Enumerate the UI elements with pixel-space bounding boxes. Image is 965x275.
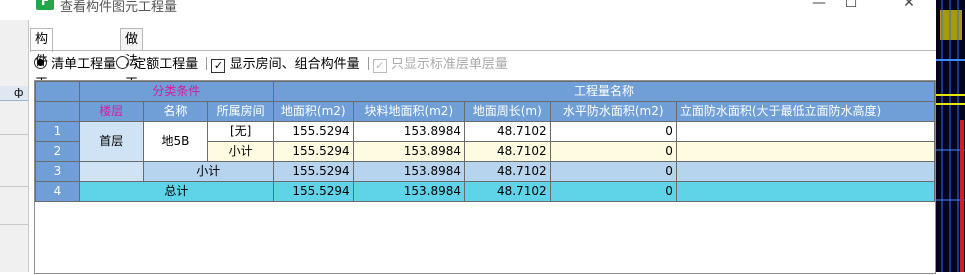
tile-area-cell: 153.8984: [352, 141, 465, 162]
col-header-floor-area[interactable]: 地面积(m2): [272, 101, 354, 122]
quantity-grid[interactable]: 分类条件 工程量名称 楼层 名称 所属房间 地面积(m2) 块料地面积(m2) …: [34, 80, 936, 274]
radio-quota-label[interactable]: 定额工程量: [133, 57, 198, 72]
radio-quota-quantity[interactable]: [116, 56, 130, 69]
tile-area-cell: 153.8984: [352, 161, 465, 182]
row-number: 1: [35, 121, 80, 142]
floor-area-cell: 155.5294: [272, 161, 354, 182]
checkbox-standard-floor-label: 只显示标准层单层量: [390, 57, 508, 72]
horizontal-waterproof-cell: 0: [549, 141, 677, 162]
floor-area-cell: 155.5294: [272, 121, 354, 142]
tab-method-quantity[interactable]: 做法工程量: [120, 28, 144, 135]
col-header-vertical-waterproof[interactable]: 立面防水面积(大于最低立面防水高度): [675, 101, 935, 122]
row-number: 2: [35, 141, 80, 162]
col-header-tile-area[interactable]: 块料地面积(m2): [352, 101, 465, 122]
window-title: 查看构件图元工程量: [60, 0, 178, 15]
horizontal-waterproof-cell: 0: [549, 161, 677, 182]
background-cad-canvas: [936, 0, 965, 272]
perimeter-cell: 48.7102: [463, 121, 551, 142]
perimeter-cell: 48.7102: [463, 141, 551, 162]
col-header-perimeter[interactable]: 地面周长(m): [463, 101, 551, 122]
radio-list-quantity[interactable]: [34, 56, 47, 69]
checkbox-standard-floor: ✓: [372, 59, 387, 73]
total-label: 总计: [78, 181, 274, 202]
horizontal-waterproof-cell: 0: [549, 181, 677, 202]
vertical-waterproof-cell: [675, 181, 935, 202]
close-button[interactable]: ✕: [886, 0, 932, 14]
radio-list-label[interactable]: 清单工程量: [51, 57, 116, 72]
col-header-horizontal-waterproof[interactable]: 水平防水面积(m2): [549, 101, 677, 122]
checkbox-show-room[interactable]: ✓: [211, 59, 226, 73]
checkbox-show-room-label[interactable]: 显示房间、组合构件量: [230, 57, 360, 72]
col-header-room[interactable]: 所属房间: [207, 101, 274, 122]
horizontal-waterproof-cell: 0: [549, 121, 677, 142]
quantity-viewer-window: F 查看构件图元工程量 — ☐ ✕ ф 构件工程量 做法工程量 清单工程量 定额…: [0, 0, 936, 274]
col-header-name[interactable]: 名称: [142, 101, 209, 122]
perimeter-cell: 48.7102: [463, 181, 551, 202]
room-cell: [无]: [207, 121, 274, 142]
separator: [367, 57, 369, 70]
corner-cell: [35, 81, 80, 102]
floor-area-cell: 155.5294: [272, 141, 354, 162]
divider: [0, 224, 28, 225]
app-icon: F: [36, 0, 54, 10]
divider: [0, 186, 28, 187]
table-row[interactable]: 1 首层 地5B [无] 155.5294 153.8984 48.7102 0: [35, 121, 935, 162]
quantity-table: 分类条件 工程量名称 楼层 名称 所属房间 地面积(m2) 块料地面积(m2) …: [35, 81, 935, 202]
subtotal-label: 小计: [142, 161, 274, 182]
table-row[interactable]: 3 小计 155.5294 153.8984 48.7102 0: [35, 161, 935, 182]
vertical-waterproof-cell: [675, 161, 935, 182]
tile-area-cell: 153.8984: [352, 181, 465, 202]
title-bar: F 查看构件图元工程量 — ☐ ✕: [0, 0, 936, 26]
name-cell: 地5B: [142, 121, 209, 162]
row-number: 3: [35, 161, 80, 182]
floor-cell: 首层: [78, 121, 144, 162]
tab-component-quantity[interactable]: 构件工程量: [30, 28, 54, 135]
group-header-quantity-names: 工程量名称: [272, 81, 935, 102]
room-cell: 小计: [207, 141, 274, 162]
group-header-classification: 分类条件: [78, 81, 274, 102]
perimeter-cell: 48.7102: [463, 161, 551, 182]
corner-cell: [35, 101, 80, 122]
separator: [206, 57, 208, 70]
table-row[interactable]: 4 总计 155.5294 153.8984 48.7102 0: [35, 181, 935, 202]
maximize-button[interactable]: ☐: [828, 0, 874, 14]
vertical-waterproof-cell: [675, 121, 935, 142]
floor-area-cell: 155.5294: [272, 181, 354, 202]
tab-divider: [30, 50, 936, 51]
cad-drawing-fragment: [936, 0, 965, 272]
row-number: 4: [35, 181, 80, 202]
pin-icon[interactable]: ф: [14, 86, 23, 100]
left-side-panel: ф: [0, 20, 29, 272]
options-bar: 清单工程量 定额工程量 ✓ 显示房间、组合构件量 ✓ 只显示标准层单层量: [34, 56, 508, 74]
floor-cell: [78, 161, 144, 182]
tile-area-cell: 153.8984: [352, 121, 465, 142]
divider: [0, 134, 28, 135]
vertical-waterproof-cell: [675, 141, 935, 162]
col-header-floor[interactable]: 楼层: [78, 101, 144, 122]
